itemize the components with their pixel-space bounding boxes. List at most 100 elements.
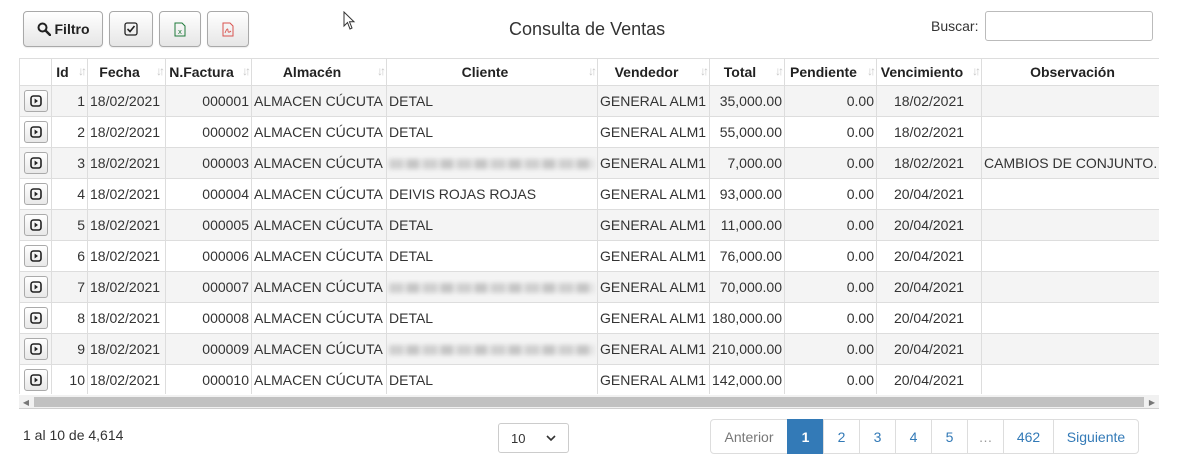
cell-factura: 000005 <box>165 208 252 241</box>
cell-vencimiento: 20/04/2021 <box>876 270 982 303</box>
cell-cliente <box>386 270 598 303</box>
redacted-text <box>389 158 594 169</box>
export-pdf-button[interactable] <box>207 11 249 47</box>
prev-page-button[interactable]: Anterior <box>710 419 788 454</box>
page-size-select[interactable]: 10 <box>498 423 569 453</box>
table-row: 1 18/02/2021 000001 ALMACEN CÚCUTA DETAL GENE… <box>19 84 1159 117</box>
column-header-total[interactable]: Total ↓↑ <box>709 59 785 86</box>
next-page-button[interactable]: Siguiente <box>1053 419 1139 454</box>
play-square-icon <box>29 373 42 386</box>
pagination: Anterior 1 2 3 4 5 … 462 Siguiente <box>710 419 1139 454</box>
cell-id: 2 <box>51 115 88 148</box>
view-detail-button[interactable] <box>23 306 48 329</box>
cell-id: 4 <box>51 177 88 210</box>
cell-factura: 000007 <box>165 270 252 303</box>
cell-factura: 000010 <box>165 363 252 394</box>
cell-total: 142,000.00 <box>709 363 785 394</box>
page-ellipsis: … <box>967 419 1004 454</box>
view-detail-button[interactable] <box>23 244 48 267</box>
play-square-icon <box>29 125 42 138</box>
cell-pendiente: 0.00 <box>784 84 877 117</box>
scroll-right-icon[interactable]: ▶ <box>1145 395 1159 409</box>
scrollbar-thumb[interactable] <box>34 397 1144 407</box>
view-detail-button[interactable] <box>23 182 48 205</box>
page-button-2[interactable]: 2 <box>823 419 860 454</box>
scroll-left-icon[interactable]: ◀ <box>19 395 33 409</box>
filter-button[interactable]: Filtro <box>23 11 103 47</box>
cell-vencimiento: 20/04/2021 <box>876 332 982 365</box>
cell-total: 180,000.00 <box>709 301 785 334</box>
cell-pendiente: 0.00 <box>784 301 877 334</box>
cell-total: 11,000.00 <box>709 208 785 241</box>
column-header-cliente[interactable]: Cliente ↓↑ <box>386 59 598 86</box>
row-action-cell <box>19 270 52 303</box>
column-header-vendedor[interactable]: Vendedor ↓↑ <box>597 59 710 86</box>
view-detail-button[interactable] <box>23 89 48 112</box>
cell-fecha: 18/02/2021 <box>87 208 166 241</box>
sort-icon: ↓↑ <box>242 64 251 78</box>
column-header-factura[interactable]: N.Factura ↓↑ <box>165 59 252 86</box>
horizontal-scrollbar[interactable]: ◀ ▶ <box>19 395 1159 409</box>
page-button-5[interactable]: 5 <box>931 419 968 454</box>
column-header-observacion[interactable]: Observación↓ <box>981 59 1159 86</box>
cell-observacion <box>981 84 1159 117</box>
cell-cliente: DETAL <box>386 208 598 241</box>
cell-vendedor: GENERAL ALM1 <box>597 146 710 179</box>
cell-cliente: DETAL <box>386 301 598 334</box>
cell-observacion <box>981 115 1159 148</box>
cell-pendiente: 0.00 <box>784 332 877 365</box>
row-action-cell <box>19 146 52 179</box>
cell-factura: 000001 <box>165 84 252 117</box>
column-header-pendiente[interactable]: Pendiente ↓↑ <box>784 59 877 86</box>
cell-vendedor: GENERAL ALM1 <box>597 115 710 148</box>
page-button-3[interactable]: 3 <box>859 419 896 454</box>
view-detail-button[interactable] <box>23 213 48 236</box>
table-header: Id ↓↑ Fecha ↓↑ N.Factura ↓↑ Almacén ↓↑ Clien… <box>19 59 1159 86</box>
cell-id: 5 <box>51 208 88 241</box>
cell-cliente <box>386 332 598 365</box>
cell-pendiente: 0.00 <box>784 270 877 303</box>
page-button-4[interactable]: 4 <box>895 419 932 454</box>
view-detail-button[interactable] <box>23 368 48 391</box>
table-body: 1 18/02/2021 000001 ALMACEN CÚCUTA DETAL GENE… <box>19 84 1159 394</box>
cell-vendedor: GENERAL ALM1 <box>597 332 710 365</box>
page-button-last[interactable]: 462 <box>1003 419 1054 454</box>
cell-factura: 000004 <box>165 177 252 210</box>
filter-button-label: Filtro <box>54 21 90 37</box>
cell-almacen: ALMACEN CÚCUTA <box>251 146 387 179</box>
cell-vencimiento: 20/04/2021 <box>876 363 982 394</box>
column-header-fecha[interactable]: Fecha ↓↑ <box>87 59 166 86</box>
view-detail-button[interactable] <box>23 275 48 298</box>
cell-almacen: ALMACEN CÚCUTA <box>251 84 387 117</box>
cell-vendedor: GENERAL ALM1 <box>597 270 710 303</box>
column-header-id[interactable]: Id ↓↑ <box>51 59 88 86</box>
view-detail-button[interactable] <box>23 337 48 360</box>
play-square-icon <box>29 342 42 355</box>
cell-factura: 000006 <box>165 239 252 272</box>
cell-cliente: DETAL <box>386 84 598 117</box>
cell-observacion <box>981 270 1159 303</box>
page-button-1[interactable]: 1 <box>787 419 824 454</box>
column-header-vencimiento[interactable]: Vencimiento ↓↑ <box>876 59 982 86</box>
search-input[interactable] <box>985 11 1153 41</box>
select-all-button[interactable] <box>109 11 153 47</box>
cell-almacen: ALMACEN CÚCUTA <box>251 115 387 148</box>
cell-fecha: 18/02/2021 <box>87 115 166 148</box>
chevron-down-icon <box>546 434 556 441</box>
view-detail-button[interactable] <box>23 151 48 174</box>
cell-id: 6 <box>51 239 88 272</box>
checkbox-icon <box>124 22 138 36</box>
export-excel-button[interactable]: x <box>159 11 201 47</box>
sort-icon: ↓↑ <box>867 64 876 78</box>
cell-vendedor: GENERAL ALM1 <box>597 84 710 117</box>
cell-cliente: DEIVIS ROJAS ROJAS <box>386 177 598 210</box>
search-icon <box>37 22 51 36</box>
cell-pendiente: 0.00 <box>784 363 877 394</box>
view-detail-button[interactable] <box>23 120 48 143</box>
sort-icon: ↓↑ <box>775 64 784 78</box>
row-action-cell <box>19 208 52 241</box>
cell-fecha: 18/02/2021 <box>87 363 166 394</box>
column-header-almacen[interactable]: Almacén ↓↑ <box>251 59 387 86</box>
cell-factura: 000009 <box>165 332 252 365</box>
search-label: Buscar: <box>931 18 979 34</box>
